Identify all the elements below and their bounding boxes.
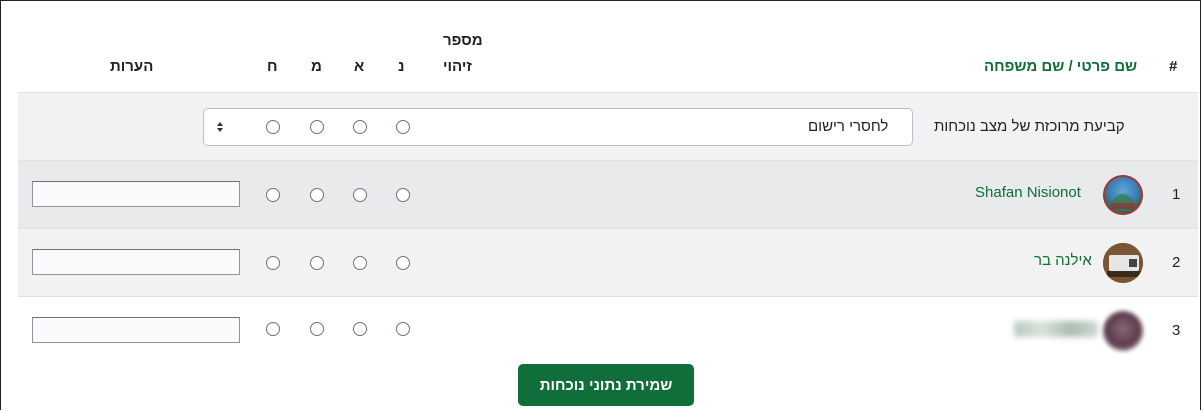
avatar[interactable] — [1103, 243, 1143, 283]
bulk-radio-m[interactable] — [310, 120, 324, 134]
bulk-radio-h[interactable] — [266, 120, 280, 134]
student-name-link[interactable]: Shafan Nisionot — [975, 184, 1081, 201]
remarks-input[interactable] — [32, 317, 240, 343]
separator — [18, 296, 1198, 297]
row3-radio-m[interactable] — [310, 322, 324, 336]
status-header-absent[interactable]: א — [354, 58, 364, 75]
row-number: 3 — [1172, 322, 1181, 339]
avatar[interactable] — [1103, 175, 1143, 215]
row2-radio-n[interactable] — [396, 256, 410, 270]
column-header-id-line2: זיהוי — [443, 58, 472, 75]
select-arrows-icon — [215, 119, 225, 135]
row1-radio-m[interactable] — [310, 188, 324, 202]
bulk-radio-a[interactable] — [353, 120, 367, 134]
row1-radio-n[interactable] — [396, 188, 410, 202]
save-attendance-button[interactable]: שמירת נתוני נוכחות — [518, 364, 694, 406]
bulk-radio-n[interactable] — [396, 120, 410, 134]
row3-radio-n[interactable] — [396, 322, 410, 336]
separator — [18, 228, 1198, 229]
bulk-select-value: לחסרי רישום — [808, 118, 889, 135]
row1-radio-h[interactable] — [266, 188, 280, 202]
separator — [18, 92, 1198, 93]
status-header-excused[interactable]: ח — [267, 58, 278, 75]
remarks-input[interactable] — [32, 181, 240, 207]
avatar[interactable] — [1103, 311, 1143, 351]
bulk-set-label: קביעת מרוכזת של מצב נוכחות — [934, 118, 1125, 135]
student-name-link[interactable]: אילנה בר — [1034, 252, 1092, 269]
column-header-id-line1: מספר — [443, 32, 483, 49]
column-header-name-sort[interactable]: שם פרטי / שם משפחה — [984, 58, 1137, 75]
row2-radio-h[interactable] — [266, 256, 280, 270]
row3-radio-a[interactable] — [353, 322, 367, 336]
row1-radio-a[interactable] — [353, 188, 367, 202]
column-header-notes: הערות — [110, 58, 154, 75]
row-number: 2 — [1172, 254, 1181, 271]
blurred-name — [1014, 321, 1098, 337]
row3-radio-h[interactable] — [266, 322, 280, 336]
remarks-input[interactable] — [32, 249, 240, 275]
row-number: 1 — [1172, 186, 1181, 203]
separator — [18, 160, 1198, 161]
row2-radio-a[interactable] — [353, 256, 367, 270]
status-header-present[interactable]: נ — [398, 58, 404, 75]
column-header-number: # — [1169, 58, 1178, 75]
row2-radio-m[interactable] — [310, 256, 324, 270]
status-header-late[interactable]: מ — [311, 58, 322, 75]
